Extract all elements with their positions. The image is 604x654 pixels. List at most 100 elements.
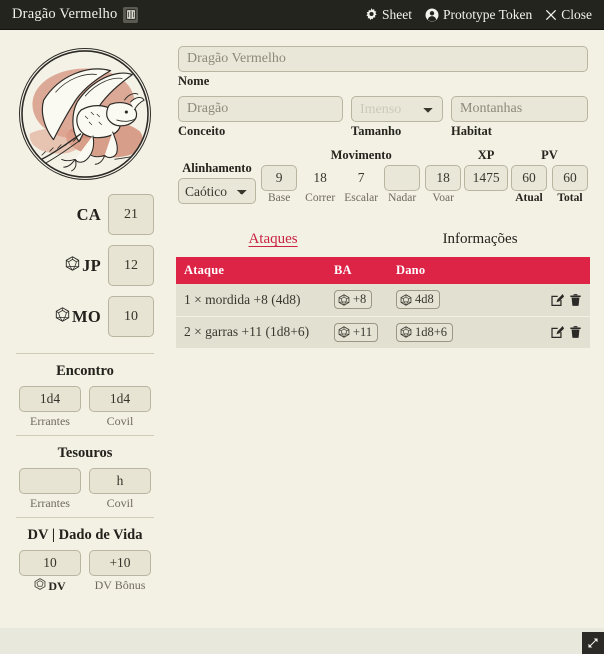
roll-damage-button[interactable]: 4d8 (396, 290, 440, 309)
attack-actions-cell (538, 284, 590, 317)
concept-field: Conceito (178, 96, 343, 139)
size-caption: Tamanho (351, 124, 402, 138)
habitat-field: Habitat (451, 96, 588, 139)
pv-atual-input[interactable]: 60 (510, 165, 547, 191)
stat-label-mo: MO (55, 307, 101, 327)
stat-label-mo-text: MO (71, 306, 101, 326)
xp-group: XP 1475 (464, 148, 509, 204)
delete-icon[interactable] (569, 293, 582, 307)
encontro-covil: 1d4 Covil (89, 386, 151, 429)
encontro-errantes: 1d4 Errantes (19, 386, 81, 429)
xp-input[interactable]: 1475 (464, 165, 509, 191)
pv-group: PV 60 Atual 60 Total (510, 148, 588, 204)
encontro-fields: 1d4 Errantes 1d4 Covil (16, 386, 154, 429)
sidebar: CA 21 JP 12 MO 10 Encontro 1d4 Errantes … (8, 38, 162, 628)
name-caption: Nome (178, 74, 210, 88)
size-select[interactable]: Imenso (351, 96, 443, 122)
d20-icon[interactable] (55, 306, 70, 327)
attack-name: 2 × garras +11 (1d8+6) (176, 316, 326, 348)
window-titlebar: Dragão Vermelho Sheet Prototype Token Cl… (0, 0, 604, 30)
habitat-input[interactable] (451, 96, 588, 122)
stat-value-mo[interactable]: 10 (108, 296, 154, 337)
tesouros-errantes-label: Errantes (30, 496, 70, 510)
main-content: Nome Conceito Imenso Tamanho (170, 38, 596, 628)
encontro-errantes-input[interactable]: 1d4 (19, 386, 81, 412)
dice-icon (400, 293, 412, 306)
prototype-token-button[interactable]: Prototype Token (425, 7, 532, 23)
sheet-button-label: Sheet (382, 6, 413, 22)
tesouros-errantes-input[interactable] (19, 468, 81, 494)
stat-label-ca: CA (77, 205, 101, 225)
name-input[interactable] (178, 46, 588, 72)
attack-ba-value: +11 (353, 324, 373, 339)
movement-correr: 18 Correr (302, 165, 338, 204)
close-icon (545, 9, 557, 21)
movement-voar-input[interactable]: 18 (425, 165, 462, 191)
sidebar-divider-2 (16, 435, 154, 436)
attack-ba-cell: +8 (326, 284, 388, 317)
roll-damage-button[interactable]: 1d8+6 (396, 322, 454, 342)
attack-damage-value: 1d8+6 (415, 324, 448, 339)
edit-icon[interactable] (550, 293, 564, 307)
stats-band: Alinhamento Caótico Movimento 9 Base 18 … (178, 148, 588, 204)
tesouros-fields: Errantes h Covil (16, 468, 154, 511)
delete-icon[interactable] (569, 325, 582, 339)
concept-input[interactable] (178, 96, 343, 122)
pv-total-input[interactable]: 60 (551, 165, 588, 191)
xp-spacer-label (485, 192, 488, 204)
encontro-covil-input[interactable]: 1d4 (89, 386, 151, 412)
avatar[interactable] (19, 48, 151, 180)
dice-icon (338, 326, 350, 338)
header-damage: Dano (388, 257, 538, 284)
stat-value-ca[interactable]: 21 (108, 194, 154, 235)
stat-value-jp[interactable]: 12 (108, 245, 154, 286)
resize-handle[interactable] (582, 632, 604, 654)
dv-bonus-label: DV Bônus (94, 578, 146, 592)
identity-card: Nome Conceito Imenso Tamanho (170, 38, 596, 211)
tesouros-title: Tesouros (57, 445, 113, 461)
roll-attack-button[interactable]: +8 (334, 290, 373, 309)
window-title: Dragão Vermelho (12, 6, 118, 22)
close-button[interactable]: Close (545, 7, 592, 23)
actor-sheet: CA 21 JP 12 MO 10 Encontro 1d4 Errantes … (0, 30, 604, 628)
roll-attack-button[interactable]: +11 (334, 322, 379, 342)
attacks-table-head: Ataque BA Dano (176, 257, 590, 284)
alignment-select[interactable]: Caótico (178, 178, 256, 204)
dv-label-text: DV (48, 578, 66, 593)
movement-escalar-label: Escalar (344, 192, 379, 204)
movement-group: Movimento 9 Base 18 Correr 7 Escalar Nad… (261, 148, 462, 204)
tesouros-covil-input[interactable]: h (89, 468, 151, 494)
d20-icon[interactable] (65, 255, 80, 276)
d20-icon[interactable] (34, 578, 46, 594)
pv-fields: 60 Atual 60 Total (510, 165, 588, 204)
movement-base-input[interactable]: 9 (261, 165, 298, 191)
pv-title: PV (541, 148, 558, 162)
movement-escalar: 7 Escalar (343, 165, 379, 204)
attack-damage-cell: 4d8 (388, 284, 538, 317)
stat-label-jp-text: JP (82, 255, 101, 275)
dv-bonus-input[interactable]: +10 (89, 550, 151, 576)
tab-ataques[interactable]: Ataques (245, 230, 300, 249)
movement-correr-label: Correr (305, 192, 336, 204)
gear-icon (365, 8, 378, 21)
concept-caption: Conceito (178, 124, 226, 138)
dv-input[interactable]: 10 (19, 550, 81, 576)
tesouros-errantes: Errantes (19, 468, 81, 511)
row-actions (546, 293, 582, 307)
dice-icon (400, 326, 412, 338)
movement-voar: 18 Voar (425, 165, 462, 204)
edit-icon[interactable] (550, 325, 564, 339)
person-circle-icon (425, 8, 439, 22)
dv-label: DV (34, 578, 66, 594)
dv-fields: 10 DV +10 DV Bônus (16, 550, 154, 594)
size-field: Imenso Tamanho (351, 96, 443, 139)
dv-field: 10 DV (19, 550, 81, 594)
tab-informacoes[interactable]: Informações (440, 230, 521, 249)
habitat-caption: Habitat (451, 124, 492, 138)
sheet-button[interactable]: Sheet (365, 7, 412, 23)
header-ba: BA (326, 257, 388, 284)
window-body: CA 21 JP 12 MO 10 Encontro 1d4 Errantes … (0, 30, 604, 654)
movement-nadar-input[interactable] (384, 165, 421, 191)
movement-correr-value: 18 (313, 170, 327, 185)
book-icon[interactable] (123, 6, 139, 23)
